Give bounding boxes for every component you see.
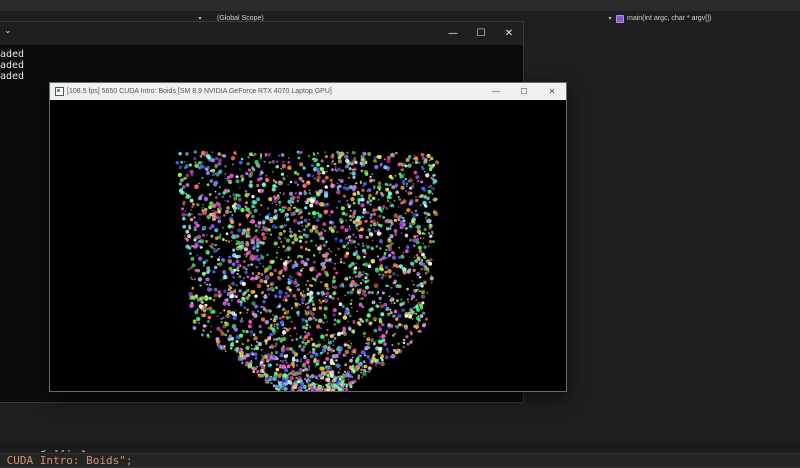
console-minimize-button[interactable]: — [439,22,467,45]
console-output-line: aded [0,60,523,71]
app-window-icon [55,87,64,96]
function-dropdown[interactable]: main(int argc, char * argv[]) [616,11,711,26]
code-string-end: "; [119,454,132,467]
boids-particle-cloud [50,100,566,391]
boids-window-title: [108.5 fps] 5650 CUDA Intro: Boids [SM 8… [67,88,332,95]
console-tab-chevron-icon[interactable]: ⌄ [4,26,12,36]
boids-maximize-button[interactable]: ☐ [510,83,538,100]
console-maximize-button[interactable]: ☐ [467,22,495,45]
boids-minimize-button[interactable]: — [482,83,510,100]
console-close-button[interactable]: ✕ [495,22,523,45]
ide-title-strip [0,0,800,11]
console-output-line: aded [0,71,523,82]
console-titlebar[interactable]: ⌄ — ☐ ✕ [0,22,523,45]
code-line-current: CUDA Intro: Boids"; [0,453,800,468]
boids-titlebar[interactable]: [108.5 fps] 5650 CUDA Intro: Boids [SM 8… [50,83,566,100]
boids-render-canvas[interactable] [50,100,566,391]
console-output-line: aded [0,49,523,60]
console-output: aded aded aded [0,45,523,82]
boids-window[interactable]: [108.5 fps] 5650 CUDA Intro: Boids [SM 8… [49,82,567,392]
boids-close-button[interactable]: ✕ [538,83,566,100]
scope-dropdown-chevron-icon[interactable]: ▾ [605,11,615,26]
function-cube-icon [616,15,624,23]
function-dropdown-label: main(int argc, char * argv[]) [627,11,711,26]
editor-bottom-strip [0,442,800,450]
code-string: CUDA Intro: Boids [0,454,119,467]
